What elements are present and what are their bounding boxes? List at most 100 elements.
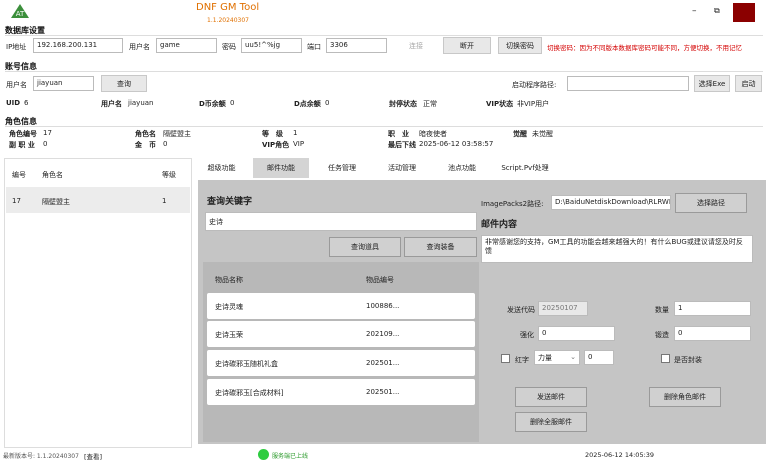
status-version: 最新版本号: 1.1.20240307 — [3, 453, 79, 460]
dcoin-label: D币余额 — [199, 100, 226, 108]
send-mail-button[interactable]: 发送邮件 — [515, 387, 587, 407]
role-job-label: 职 业 — [388, 130, 409, 138]
tab-script-pvf[interactable]: Script.Pvf处理 — [492, 158, 558, 178]
count-label: 数量 — [655, 306, 669, 314]
query-item-button[interactable]: 查询道具 — [329, 237, 401, 257]
minimize-button[interactable]: – — [692, 6, 697, 16]
restore-button[interactable]: ⧉ — [714, 6, 720, 16]
ban-label: 封停状态 — [389, 100, 417, 108]
list-item[interactable]: 史诗碳邪玉[合成材料] 202501... — [207, 379, 475, 405]
red-attr-value: 力量 — [538, 354, 552, 362]
chevron-down-icon: ⌄ — [570, 353, 576, 361]
query-keyword-title: 查询关键字 — [207, 197, 253, 207]
role-gold-value: 0 — [163, 140, 168, 148]
app-logo: AT — [10, 3, 30, 19]
db-user-label: 用户名 — [129, 43, 150, 51]
role-table-header-id: 编号 — [12, 171, 26, 179]
tab-task[interactable]: 任务管理 — [316, 158, 368, 178]
red-value-input[interactable]: 0 — [584, 350, 614, 365]
ip-label: IP地址 — [6, 43, 27, 51]
dpoint-value: 0 — [325, 99, 330, 107]
role-row-level: 1 — [162, 197, 167, 205]
role-job-value: 暗夜使者 — [419, 130, 447, 138]
server-status-icon — [258, 449, 269, 460]
launcher-path-input[interactable] — [567, 76, 689, 91]
delete-all-mail-button[interactable]: 删除全服邮件 — [515, 412, 587, 432]
enhance-input[interactable]: 0 — [538, 326, 615, 341]
forge-label: 锻造 — [655, 331, 669, 339]
keyword-input[interactable]: 史诗 — [205, 212, 477, 231]
connect-button[interactable]: 连接 — [396, 37, 436, 54]
role-awaken-label: 觉醒 — [513, 130, 527, 138]
start-button[interactable]: 启动 — [735, 75, 762, 92]
role-level-value: 1 — [293, 129, 298, 137]
close-button[interactable] — [733, 3, 755, 22]
red-text-label: 红字 — [515, 356, 529, 364]
list-item[interactable]: 史诗碳邪玉随机礼盒 202501... — [207, 350, 475, 376]
item-name: 史诗灵魂 — [215, 303, 243, 311]
table-row[interactable]: 17 隔壁盟主 1 — [6, 187, 190, 213]
dpoint-label: D点余额 — [294, 100, 321, 108]
dcoin-value: 0 — [230, 99, 235, 107]
forge-input[interactable]: 0 — [674, 326, 751, 341]
account-user-input[interactable]: jiayuan — [33, 76, 94, 91]
svg-text:AT: AT — [16, 10, 25, 18]
item-code: 202501... — [366, 359, 400, 367]
role-vip-value: VIP — [293, 140, 305, 148]
imagepacks-input[interactable]: D:\BaiduNetdiskDownload\RLRWL — [551, 195, 671, 210]
tab-mail[interactable]: 邮件功能 — [253, 158, 309, 178]
db-port-label: 端口 — [307, 43, 321, 51]
role-subjob-label: 副 职 业 — [9, 141, 35, 149]
role-id-value: 17 — [43, 129, 52, 137]
account-user-label: 用户名 — [6, 81, 27, 89]
seal-checkbox[interactable] — [661, 354, 670, 363]
server-status-text: 服务端已上线 — [272, 453, 309, 460]
role-awaken-value: 未觉醒 — [532, 130, 553, 138]
role-id-label: 角色编号 — [9, 130, 37, 138]
role-divider — [5, 126, 763, 127]
db-port-input[interactable]: 3306 — [326, 38, 387, 53]
disconnect-button[interactable]: 断开 — [443, 37, 491, 54]
item-name: 史诗碳邪玉[合成材料] — [215, 389, 284, 397]
list-item[interactable]: 史诗灵魂 100886... — [207, 293, 475, 319]
account-divider — [5, 71, 763, 72]
uid-label: UID — [6, 99, 21, 107]
role-name-label: 角色名 — [135, 130, 156, 138]
list-item[interactable]: 史诗玉荣 202109... — [207, 321, 475, 347]
uname-value: jiayuan — [128, 99, 154, 107]
switch-password-hint: 切换密码：因为不同版本数据库密码可能不同，方便切换，不用记忆 — [547, 44, 742, 52]
red-attr-select[interactable]: 力量 ⌄ — [534, 350, 580, 365]
ip-input[interactable]: 192.168.200.131 — [33, 38, 123, 53]
imagepacks-label: ImagePacks2路径: — [481, 200, 544, 208]
query-equip-button[interactable]: 查询装备 — [404, 237, 477, 257]
db-user-input[interactable]: game — [156, 38, 217, 53]
launcher-label: 启动程序路径: — [512, 81, 557, 89]
role-last-label: 最后下线 — [388, 141, 416, 149]
delete-role-mail-button[interactable]: 删除角色邮件 — [649, 387, 721, 407]
role-subjob-value: 0 — [43, 140, 48, 148]
vip-value: 非VIP用户 — [517, 100, 550, 108]
switch-password-button[interactable]: 切换密码 — [498, 37, 542, 54]
mail-content-textarea[interactable]: 非常感谢您的支持，GM工具的功能会越来越强大的！有什么BUG或建议请您及时反馈 — [481, 235, 753, 263]
tab-super[interactable]: 超级功能 — [198, 158, 245, 178]
send-code-label: 发送代码 — [507, 306, 535, 314]
tab-pool[interactable]: 池点功能 — [434, 158, 490, 178]
red-text-checkbox[interactable] — [501, 354, 510, 363]
db-pwd-input[interactable]: uu5!^%jg — [241, 38, 302, 53]
seal-label: 是否封装 — [674, 356, 702, 364]
send-code-input[interactable]: 20250107 — [538, 301, 588, 316]
status-view-link[interactable]: [查看] — [84, 451, 102, 461]
mail-content-title: 邮件内容 — [481, 220, 518, 230]
count-input[interactable]: 1 — [674, 301, 751, 316]
role-table-header-level: 等级 — [162, 171, 176, 179]
status-time: 2025-06-12 14:05:39 — [585, 451, 655, 459]
uname-label: 用户名 — [101, 100, 122, 108]
db-divider — [5, 35, 763, 36]
tab-activity[interactable]: 活动管理 — [374, 158, 430, 178]
role-gold-label: 金 币 — [135, 141, 156, 149]
choose-exe-button[interactable]: 选择Exe — [694, 75, 730, 92]
account-query-button[interactable]: 查询 — [101, 75, 147, 92]
item-col-code: 物品编号 — [366, 276, 394, 284]
item-code: 100886... — [366, 302, 400, 310]
choose-path-button[interactable]: 选择路径 — [675, 193, 747, 213]
